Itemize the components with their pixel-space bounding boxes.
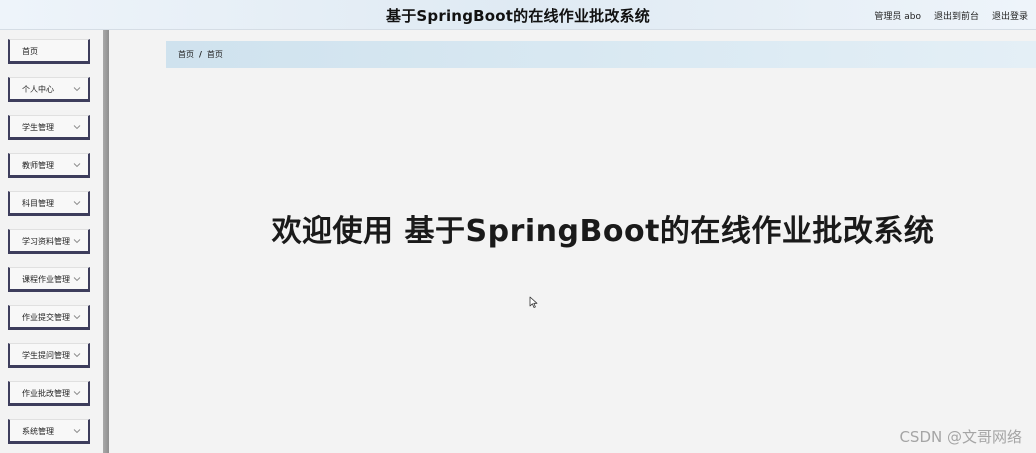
logout-link[interactable]: 退出登录 [992,9,1028,22]
watermark: CSDN @文哥网络 [899,428,1022,446]
breadcrumb-bar: 首页 / 首页 [166,41,1036,68]
breadcrumb-separator: / [199,50,202,59]
chevron-down-icon [73,163,81,168]
sidebar-item-label: 作业批改管理 [22,389,70,398]
chevron-down-icon [73,277,81,282]
sidebar-item-homework-grading[interactable]: 作业批改管理 [8,381,90,406]
chevron-down-icon [73,315,81,320]
admin-user-label: 管理员 abo [874,12,921,22]
mouse-cursor-icon [529,296,538,308]
sidebar-item-label: 作业提交管理 [22,313,70,322]
top-header: 基于SpringBoot的在线作业批改系统 管理员 abo 退出到前台 退出登录 [0,0,1036,30]
sidebar-item-label: 学生管理 [22,123,54,132]
breadcrumb-home-link[interactable]: 首页 [178,49,194,60]
sidebar-item-homework-submission[interactable]: 作业提交管理 [8,305,90,330]
chevron-down-icon [73,87,81,92]
sidebar-item-system-management[interactable]: 系统管理 [8,419,90,444]
sidebar-item-label: 首页 [22,47,38,56]
sidebar-item-label: 个人中心 [22,85,54,94]
sidebar-item-teacher-management[interactable]: 教师管理 [8,153,90,178]
sidebar-item-personal-center[interactable]: 个人中心 [8,77,90,102]
sidebar-item-home[interactable]: 首页 [8,39,90,64]
chevron-down-icon [73,125,81,130]
welcome-heading: 欢迎使用 基于SpringBoot的在线作业批改系统 [271,214,935,249]
breadcrumb: 首页 / 首页 [178,49,223,60]
header-links: 管理员 abo 退出到前台 退出登录 [874,9,1028,22]
sidebar-item-course-homework[interactable]: 课程作业管理 [8,267,90,292]
chevron-down-icon [73,353,81,358]
sidebar-item-label: 教师管理 [22,161,54,170]
exit-to-front-link[interactable]: 退出到前台 [934,9,979,22]
sidebar-item-student-questions[interactable]: 学生提问管理 [8,343,90,368]
breadcrumb-current: 首页 [206,50,223,59]
chevron-down-icon [73,429,81,434]
chevron-down-icon [73,391,81,396]
sidebar-item-student-management[interactable]: 学生管理 [8,115,90,140]
sidebar-item-label: 学生提问管理 [22,351,70,360]
sidebar-item-label: 系统管理 [22,427,54,436]
sidebar-item-label: 课程作业管理 [22,275,70,284]
